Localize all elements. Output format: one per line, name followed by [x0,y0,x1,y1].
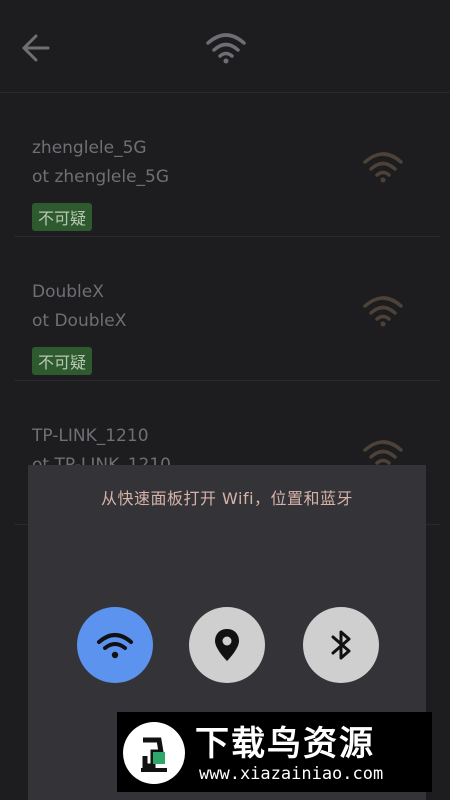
network-ssid: zhenglele_5G [32,138,147,158]
watermark-banner: 下载鸟资源 www.xiazainiao.com [117,712,432,792]
bluetooth-toggle-button[interactable] [303,607,379,683]
bluetooth-icon [331,630,351,660]
bird-logo-icon [123,722,185,784]
location-pin-icon [215,629,239,661]
status-badge: 不可疑 [32,347,93,375]
network-ssid-secondary: ot DoubleX [32,311,127,331]
network-row[interactable]: DoubleX ot DoubleX 不可疑 [14,237,440,381]
wifi-toggle-button[interactable] [77,607,153,683]
watermark-brand: 下载鸟资源 [195,724,375,764]
dialog-title: 从快速面板打开 Wifi，位置和蓝牙 [100,489,354,508]
wifi-signal-icon [363,296,403,327]
wifi-icon [97,633,133,659]
network-ssid: TP-LINK_1210 [32,426,149,446]
network-ssid: DoubleX [32,282,104,302]
status-badge: 不可疑 [32,203,93,231]
network-list: zhenglele_5G ot zhenglele_5G 不可疑 DoubleX… [14,93,440,525]
network-row[interactable]: zhenglele_5G ot zhenglele_5G 不可疑 [14,93,440,237]
wifi-signal-icon [363,152,403,183]
location-toggle-button[interactable] [189,607,265,683]
wifi-icon [206,33,246,64]
network-ssid-secondary: ot zhenglele_5G [32,167,170,187]
back-arrow-icon[interactable] [18,30,54,66]
top-bar [0,0,450,93]
watermark-url: www.xiazainiao.com [199,764,384,784]
